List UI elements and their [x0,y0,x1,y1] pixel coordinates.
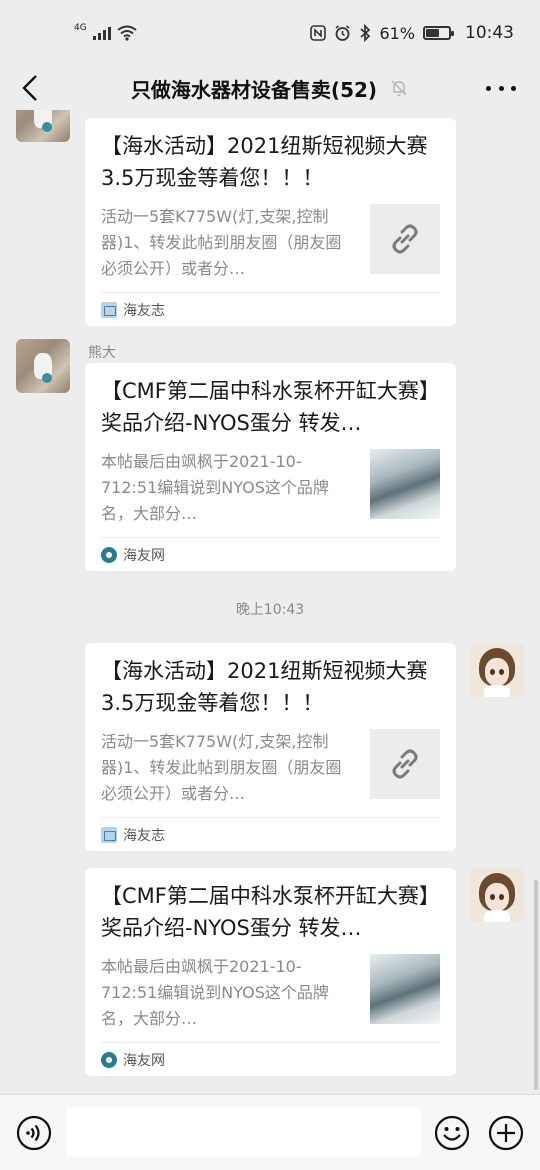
wifi-icon [117,25,137,41]
article-thumbnail [370,954,440,1024]
card-title: 【CMF第二届中科水泵杯开缸大赛】奖品介绍-NYOS蛋分 转发… [101,379,440,435]
card-description: 本帖最后由飒枫于2021-10-712:51编辑说到NYOS这个品牌名，大部分… [101,452,329,523]
avatar[interactable] [16,339,70,393]
battery-percent: 61% [379,23,415,43]
plus-icon[interactable] [488,1115,524,1151]
article-thumbnail [370,449,440,519]
source-logo-icon [101,826,117,843]
message-timestamp: 晚上10:43 [235,602,305,618]
card-description: 活动一5套K775W(灯,支架,控制器)1、转发此帖到朋友圈（朋友圈必须公开）或… [101,732,342,803]
avatar[interactable] [470,643,524,697]
bluetooth-icon [360,24,371,42]
status-left: 4G [74,23,137,41]
back-arrow-icon[interactable] [16,72,48,104]
card-source: 海友志 [101,817,440,851]
scrollbar[interactable] [534,880,538,1090]
link-card[interactable]: 【CMF第二届中科水泵杯开缸大赛】奖品介绍-NYOS蛋分 转发… 本帖最后由飒枫… [85,363,456,571]
mute-bell-icon [391,80,407,96]
card-source: 海友网 [101,537,440,571]
link-card[interactable]: 【海水活动】2021纽斯短视频大赛 3.5万现金等着您！！！ 活动一5套K775… [85,643,456,851]
link-card[interactable]: 【CMF第二届中科水泵杯开缸大赛】奖品介绍-NYOS蛋分 转发… 本帖最后由飒枫… [85,868,456,1076]
signal-icon [92,26,111,40]
source-name: 海友网 [123,1052,165,1069]
input-bar [0,1094,540,1170]
avatar[interactable] [470,868,524,922]
card-description: 本帖最后由飒枫于2021-10-712:51编辑说到NYOS这个品牌名，大部分… [101,957,329,1028]
chat-area[interactable]: 【海水活动】2021纽斯短视频大赛 3.5万现金等着您！！！ 活动一5套K775… [0,110,540,1094]
alarm-icon [335,24,350,41]
source-name: 海友网 [123,547,165,564]
source-logo-icon [101,301,117,318]
chat-header: 只做海水器材设备售卖(52) [0,66,540,110]
source-logo-icon [101,546,117,563]
avatar[interactable] [16,110,70,142]
source-logo-icon [101,1051,117,1068]
card-title: 【海水活动】2021纽斯短视频大赛 3.5万现金等着您！！！ [101,134,428,190]
card-title: 【海水活动】2021纽斯短视频大赛 3.5万现金等着您！！！ [101,659,428,715]
network-type: 4G [74,23,87,33]
clock: 10:43 [465,23,514,43]
status-bar: 4G 61% 10:43 [0,0,540,66]
link-thumbnail [370,204,440,274]
link-icon [392,224,418,254]
sender-name: 熊大 [88,345,116,361]
nfc-icon [310,25,327,41]
battery-fill [426,29,440,37]
card-description: 活动一5套K775W(灯,支架,控制器)1、转发此帖到朋友圈（朋友圈必须公开）或… [101,207,342,278]
voice-icon[interactable] [16,1115,52,1151]
more-options-icon[interactable] [486,76,516,100]
page-title: 只做海水器材设备售卖(52) [130,77,378,102]
source-name: 海友志 [123,302,165,319]
link-icon [392,749,418,779]
card-source: 海友志 [101,292,440,326]
status-right: 61% 10:43 [310,23,514,43]
battery-icon [423,26,454,40]
message-input[interactable] [66,1107,421,1157]
card-title: 【CMF第二届中科水泵杯开缸大赛】奖品介绍-NYOS蛋分 转发… [101,884,440,940]
source-name: 海友志 [123,827,165,844]
card-source: 海友网 [101,1042,440,1076]
emoji-icon[interactable] [434,1115,470,1151]
link-thumbnail [370,729,440,799]
link-card[interactable]: 【海水活动】2021纽斯短视频大赛 3.5万现金等着您！！！ 活动一5套K775… [85,118,456,326]
